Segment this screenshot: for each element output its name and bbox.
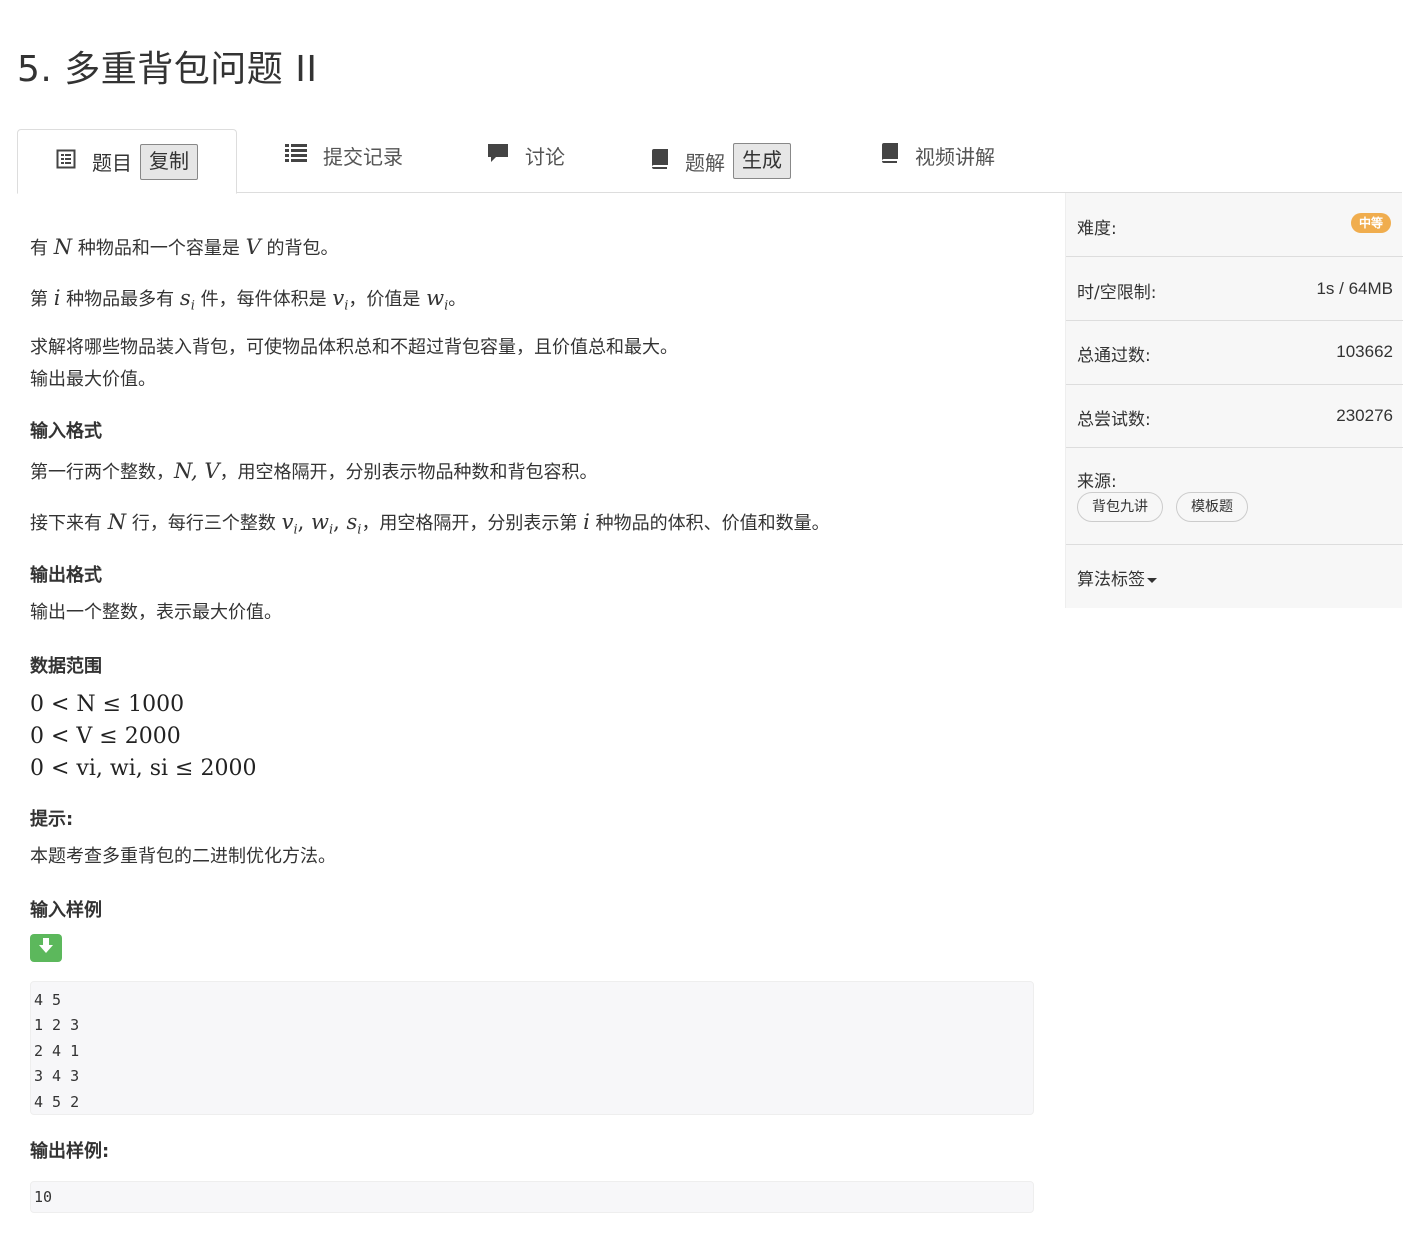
sample-output-code[interactable]: 10 (30, 1181, 1034, 1213)
sample-input-heading: 输入样例 (30, 900, 102, 921)
tab-submissions[interactable]: 提交记录 (285, 123, 403, 187)
problem-info-panel: 难度: 中等 时/空限制: 1s / 64MB 总通过数: 103662 总尝试… (1065, 193, 1403, 608)
input-format-text: 第一行两个整数，N, V，用空格隔开，分别表示物品种数和背包容积。 (30, 459, 598, 483)
data-range-line: 0 < N ≤ 1000 (30, 692, 185, 717)
data-range-heading: 数据范围 (30, 656, 102, 677)
sample-output-heading: 输出样例: (30, 1141, 110, 1162)
passed-value: 103662 (1336, 342, 1393, 361)
passed-label: 总通过数: (1077, 346, 1151, 366)
limit-value: 1s / 64MB (1316, 279, 1393, 298)
input-format-text: 接下来有 N 行，每行三个整数 vi, wi, si，用空格隔开，分别表示第 i… (30, 510, 830, 538)
output-format-heading: 输出格式 (30, 565, 102, 586)
source-label: 来源: (1077, 472, 1117, 492)
statement-paragraph: 有 N 种物品和一个容量是 V 的背包。 (30, 235, 339, 259)
attempts-value: 230276 (1336, 406, 1393, 425)
comment-icon (487, 143, 509, 168)
passed-row: 总通过数: 103662 (1066, 321, 1403, 385)
book-icon (649, 148, 669, 175)
list-icon (285, 143, 307, 167)
generate-button[interactable]: 生成 (733, 143, 791, 179)
algorithm-tags-toggle[interactable]: 算法标签 (1066, 545, 1403, 608)
tab-discussion-label: 讨论 (525, 144, 565, 169)
attempts-label: 总尝试数: (1077, 410, 1151, 430)
sample-input-code[interactable]: 4 5 1 2 3 2 4 1 3 4 3 4 5 2 (30, 981, 1034, 1115)
hint-text: 本题考查多重背包的二进制优化方法。 (30, 846, 336, 867)
download-button[interactable] (30, 934, 62, 962)
tab-solution-label: 题解 (685, 150, 725, 175)
statement-paragraph: 第 i 种物品最多有 si 件，每件体积是 vi，价值是 wi。 (30, 286, 467, 314)
source-tag[interactable]: 背包九讲 (1077, 492, 1163, 522)
tab-video-label: 视频讲解 (915, 144, 995, 169)
algorithm-tags-label: 算法标签 (1077, 565, 1157, 590)
difficulty-badge: 中等 (1350, 213, 1391, 233)
tab-statement-label: 题目 (92, 151, 132, 175)
data-range-line: 0 < vi, wi, si ≤ 2000 (30, 756, 257, 781)
hint-heading: 提示: (30, 809, 74, 830)
source-tag[interactable]: 模板题 (1176, 492, 1248, 522)
problem-tabs: 题目 复制 提交记录 讨论 题解 生成 视频讲解 (17, 129, 1402, 194)
tab-submissions-label: 提交记录 (323, 144, 403, 169)
tab-video[interactable]: 视频讲解 (879, 123, 995, 187)
limit-row: 时/空限制: 1s / 64MB (1066, 257, 1403, 321)
copy-button[interactable]: 复制 (140, 143, 198, 180)
output-format-text: 输出一个整数，表示最大价值。 (30, 602, 282, 623)
difficulty-row: 难度: 中等 (1066, 193, 1403, 257)
download-icon (39, 938, 53, 958)
data-range-line: 0 < V ≤ 2000 (30, 724, 181, 749)
caret-down-icon (1147, 577, 1157, 583)
difficulty-label: 难度: (1077, 219, 1117, 239)
statement-paragraph: 求解将哪些物品装入背包，可使物品体积总和不超过背包容量，且价值总和最大。 输出最… (30, 337, 678, 390)
problem-title: 5. 多重背包问题 II (17, 49, 318, 90)
input-format-heading: 输入格式 (30, 421, 102, 442)
source-row: 来源: 背包九讲 模板题 (1066, 448, 1403, 545)
file-text-icon (56, 149, 76, 174)
tab-statement[interactable]: 题目 复制 (17, 129, 237, 194)
attempts-row: 总尝试数: 230276 (1066, 385, 1403, 448)
book-icon (879, 142, 899, 169)
tab-solution[interactable]: 题解 生成 (649, 129, 791, 193)
tab-discussion[interactable]: 讨论 (487, 123, 565, 187)
limit-label: 时/空限制: (1077, 283, 1157, 303)
